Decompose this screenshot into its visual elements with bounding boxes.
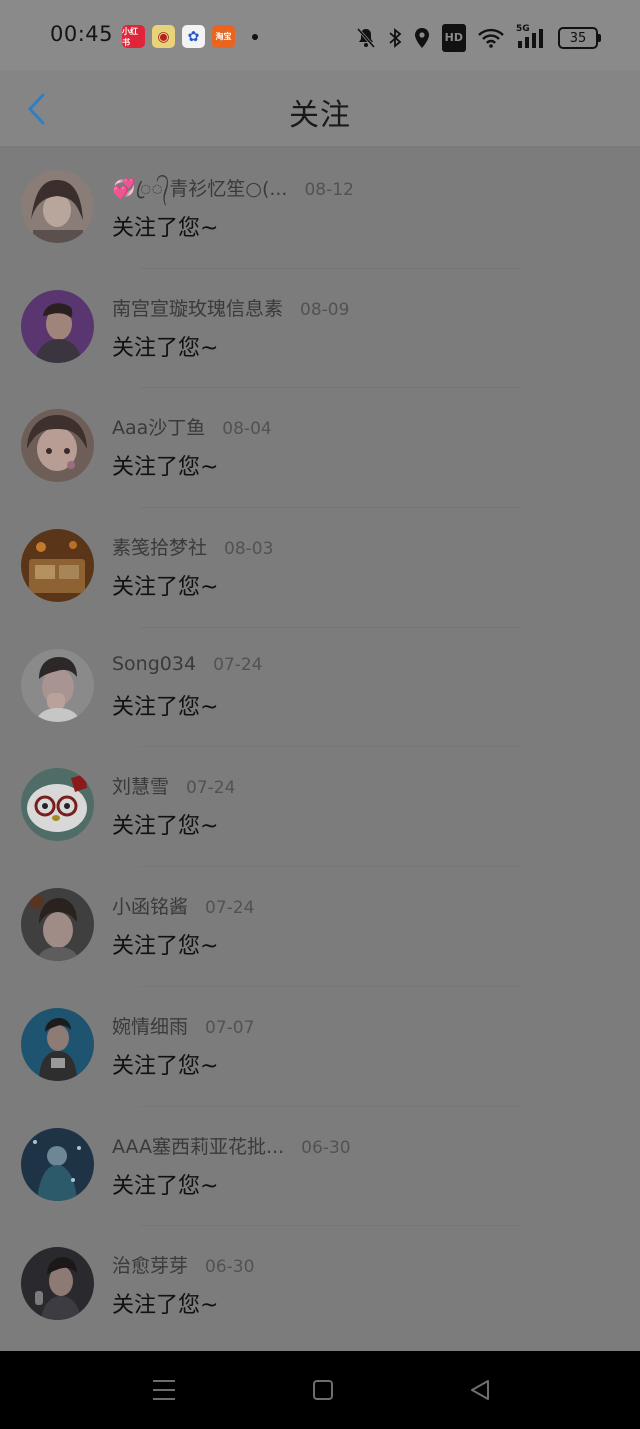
wifi-icon bbox=[478, 26, 504, 50]
notification-message: 关注了您~ bbox=[112, 694, 219, 720]
cellular-signal-icon: 5G bbox=[516, 24, 546, 50]
status-indicators: HD 5G 35 bbox=[356, 24, 601, 52]
user-name[interactable]: 治愈芽芽 bbox=[112, 1251, 188, 1278]
notification-date: 06-30 bbox=[301, 1137, 351, 1158]
avatar[interactable] bbox=[21, 1127, 94, 1201]
status-time: 00:45 bbox=[50, 22, 114, 46]
notification-message: 关注了您~ bbox=[112, 934, 219, 960]
user-name[interactable]: 婉情细雨 bbox=[112, 1012, 188, 1039]
notification-message: 关注了您~ bbox=[112, 1053, 219, 1079]
user-name[interactable]: 南宫宣璇玫瑰信息素 bbox=[112, 294, 283, 321]
avatar[interactable] bbox=[21, 648, 94, 722]
notification-date: 07-24 bbox=[186, 778, 236, 799]
follow-notification-list: 💞ꦿ᭄青衫忆笙○(... 08-12 关注了您~ 南宫宣璇玫瑰信息素 08-09… bbox=[0, 148, 640, 1345]
avatar[interactable] bbox=[21, 529, 94, 603]
hd-network-badge: HD bbox=[441, 24, 466, 52]
notification-message: 关注了您~ bbox=[112, 335, 219, 361]
notification-message: 关注了您~ bbox=[112, 1173, 219, 1199]
baidu-icon: ✿ bbox=[182, 25, 205, 48]
avatar[interactable] bbox=[21, 1007, 94, 1081]
network-type-label: 5G bbox=[516, 24, 530, 34]
bluetooth-icon bbox=[388, 26, 402, 50]
page-title: 关注 bbox=[289, 98, 351, 133]
mute-bell-icon bbox=[356, 26, 376, 50]
avatar[interactable] bbox=[21, 768, 94, 842]
list-item[interactable]: Song034 07-24 关注了您~ bbox=[0, 626, 640, 747]
list-item[interactable]: 小函铭酱 07-24 关注了您~ bbox=[0, 866, 640, 986]
user-name[interactable]: Song034 bbox=[112, 653, 196, 675]
user-name[interactable]: AAA塞西莉亚花批... bbox=[112, 1132, 284, 1159]
avatar[interactable] bbox=[21, 289, 94, 363]
status-bar: 00:45 小红书 ◉ ✿ 淘宝 HD 5G 35 bbox=[0, 0, 640, 70]
menu-icon bbox=[153, 1380, 175, 1400]
notification-message: 关注了您~ bbox=[112, 575, 219, 601]
taobao-icon: 淘宝 bbox=[212, 25, 235, 48]
user-name[interactable]: 💞ꦿ᭄青衫忆笙○(... bbox=[112, 174, 287, 213]
list-item[interactable]: Aaa沙丁鱼 08-04 关注了您~ bbox=[0, 387, 640, 507]
system-navigation-bar bbox=[0, 1351, 640, 1429]
battery-indicator: 35 bbox=[558, 27, 601, 49]
more-notifications-dot-icon bbox=[252, 33, 258, 40]
notification-date: 08-04 bbox=[222, 419, 272, 440]
list-item[interactable]: 素笺拾梦社 08-03 关注了您~ bbox=[0, 507, 640, 627]
list-item[interactable]: 💞ꦿ᭄青衫忆笙○(... 08-12 关注了您~ bbox=[0, 148, 640, 268]
user-name[interactable]: 素笺拾梦社 bbox=[112, 533, 207, 560]
list-item[interactable]: AAA塞西莉亚花批... 06-30 关注了您~ bbox=[0, 1105, 640, 1226]
list-item[interactable]: 刘慧雪 07-24 关注了您~ bbox=[0, 746, 640, 866]
weibo-icon: ◉ bbox=[152, 25, 175, 48]
notification-message: 关注了您~ bbox=[112, 1293, 219, 1319]
avatar[interactable] bbox=[21, 409, 94, 483]
notification-date: 08-03 bbox=[224, 539, 274, 560]
notification-date: 08-12 bbox=[304, 180, 354, 200]
notification-app-icons: 小红书 ◉ ✿ 淘宝 bbox=[122, 25, 258, 48]
home-button[interactable] bbox=[308, 1375, 338, 1405]
user-name[interactable]: 小函铭酱 bbox=[112, 892, 188, 919]
notification-date: 07-07 bbox=[205, 1017, 255, 1038]
notification-message: 关注了您~ bbox=[112, 216, 219, 241]
notification-date: 06-30 bbox=[205, 1257, 255, 1278]
avatar[interactable] bbox=[21, 170, 94, 243]
xiaohongshu-icon: 小红书 bbox=[122, 25, 145, 48]
user-name[interactable]: Aaa沙丁鱼 bbox=[112, 413, 205, 440]
notification-date: 07-24 bbox=[205, 898, 255, 919]
avatar[interactable] bbox=[21, 1247, 94, 1321]
system-back-button[interactable] bbox=[465, 1375, 495, 1405]
list-item[interactable]: 婉情细雨 07-07 关注了您~ bbox=[0, 985, 640, 1106]
home-icon bbox=[313, 1380, 333, 1400]
notification-message: 关注了您~ bbox=[112, 455, 219, 481]
page-header: 关注 bbox=[0, 70, 640, 147]
recent-apps-button[interactable] bbox=[149, 1375, 179, 1405]
notification-date: 07-24 bbox=[213, 654, 263, 675]
notification-message: 关注了您~ bbox=[112, 814, 219, 840]
avatar[interactable] bbox=[21, 888, 94, 962]
back-triangle-icon bbox=[471, 1380, 489, 1400]
user-name[interactable]: 刘慧雪 bbox=[112, 772, 169, 799]
notification-date: 08-09 bbox=[300, 299, 350, 320]
list-item[interactable]: 治愈芽芽 06-30 关注了您~ bbox=[0, 1225, 640, 1345]
list-item[interactable]: 南宫宣璇玫瑰信息素 08-09 关注了您~ bbox=[0, 267, 640, 388]
location-icon bbox=[414, 26, 430, 50]
